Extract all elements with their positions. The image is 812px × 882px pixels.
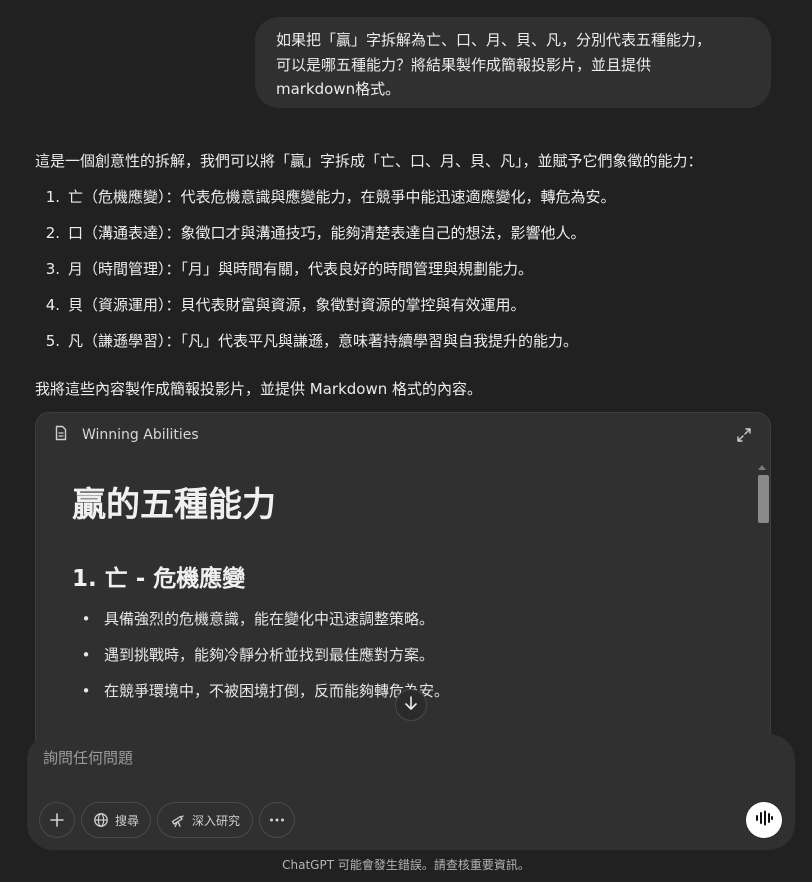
user-message-line: markdown格式。 xyxy=(276,80,401,98)
list-number: 1. xyxy=(45,188,60,206)
bullet-text: 遇到挑戰時，能夠冷靜分析並找到最佳應對方案。 xyxy=(104,646,435,664)
telescope-icon xyxy=(170,812,186,828)
document-icon xyxy=(54,425,68,445)
scroll-up-arrow-icon[interactable] xyxy=(758,465,766,470)
list-item: • 遇到挑戰時，能夠冷靜分析並找到最佳應對方案。 xyxy=(72,643,740,679)
arrow-down-icon xyxy=(404,695,418,715)
assistant-outro: 我將這些內容製作成簡報投影片，並提供 Markdown 格式的內容。 xyxy=(35,380,482,398)
expand-icon[interactable] xyxy=(736,427,752,443)
doc-heading-2: 1. 亡 - 危機應變 xyxy=(72,566,246,592)
canvas-title: Winning Abilities xyxy=(82,427,199,443)
deep-research-button[interactable]: 深入研究 xyxy=(157,802,253,838)
doc-heading-1: 贏的五種能力 xyxy=(72,485,276,525)
list-number: 4. xyxy=(45,296,60,314)
scrollbar-thumb[interactable] xyxy=(758,475,769,523)
list-item: 2. 口（溝通表達）：象徵口才與溝通技巧，能夠清楚表達自己的想法，影響他人。 xyxy=(35,221,795,257)
list-text: 貝（資源運用）：貝代表財富與資源，象徵對資源的掌控與有效運用。 xyxy=(68,296,526,314)
composer: 搜尋 深入研究 xyxy=(27,734,795,850)
prompt-input[interactable] xyxy=(43,746,683,770)
bullet-glyph: • xyxy=(81,610,91,628)
list-number: 3. xyxy=(45,260,60,278)
bullet-glyph: • xyxy=(81,682,91,700)
voice-icon xyxy=(755,810,773,830)
more-tools-button[interactable] xyxy=(259,802,295,838)
disclaimer-footer: ChatGPT 可能會發生錯誤。請查核重要資訊。 xyxy=(282,858,530,872)
list-text: 月（時間管理）：「月」與時間有關，代表良好的時間管理與規劃能力。 xyxy=(68,260,534,278)
list-item: 4. 貝（資源運用）：貝代表財富與資源，象徵對資源的掌控與有效運用。 xyxy=(35,293,795,329)
search-label: 搜尋 xyxy=(114,813,139,828)
canvas-document[interactable]: 贏的五種能力 1. 亡 - 危機應變 • 具備強烈的危機意識，能在變化中迅速調整策… xyxy=(72,475,740,715)
user-message-bubble: 如果把「贏」字拆解為亡、口、月、貝、凡，分別代表五種能力， 可以是哪五種能力？將… xyxy=(255,17,771,108)
list-text: 凡（謙遜學習）：「凡」代表平凡與謙遜，意味著持續學習與自我提升的能力。 xyxy=(68,332,579,350)
list-text: 亡（危機應變）：代表危機意識與應變能力，在競爭中能迅速適應變化，轉危為安。 xyxy=(68,188,616,206)
canvas-scrollbar[interactable] xyxy=(756,465,769,765)
globe-icon xyxy=(93,812,109,828)
scroll-to-bottom-button[interactable] xyxy=(395,689,427,721)
list-text: 口（溝通表達）：象徵口才與溝通技巧，能夠清楚表達自己的想法，影響他人。 xyxy=(68,224,586,242)
assistant-intro: 這是一個創意性的拆解，我們可以將「贏」字拆成「亡、口、月、貝、凡」，並賦予它們象… xyxy=(35,152,703,170)
user-message-line: 如果把「贏」字拆解為亡、口、月、貝、凡，分別代表五種能力， xyxy=(276,31,712,49)
bullet-glyph: • xyxy=(81,646,91,664)
canvas-header: Winning Abilities xyxy=(36,413,770,457)
list-item: 3. 月（時間管理）：「月」與時間有關，代表良好的時間管理與規劃能力。 xyxy=(35,257,795,293)
deep-research-label: 深入研究 xyxy=(191,813,240,828)
voice-mode-button[interactable] xyxy=(746,802,782,838)
ability-list: 1. 亡（危機應變）：代表危機意識與應變能力，在競爭中能迅速適應變化，轉危為安。 … xyxy=(35,185,795,365)
list-number: 2. xyxy=(45,224,60,242)
list-number: 5. xyxy=(45,332,60,350)
bullet-text: 具備強烈的危機意識，能在變化中迅速調整策略。 xyxy=(104,610,435,628)
search-button[interactable]: 搜尋 xyxy=(81,802,151,838)
plus-icon xyxy=(49,812,65,828)
add-attachment-button[interactable] xyxy=(39,802,75,838)
more-icon xyxy=(269,818,285,822)
list-item: 1. 亡（危機應變）：代表危機意識與應變能力，在競爭中能迅速適應變化，轉危為安。 xyxy=(35,185,795,221)
list-item: 5. 凡（謙遜學習）：「凡」代表平凡與謙遜，意味著持續學習與自我提升的能力。 xyxy=(35,329,795,365)
user-message-line: 可以是哪五種能力？將結果製作成簡報投影片，並且提供 xyxy=(276,55,652,74)
list-item: • 具備強烈的危機意識，能在變化中迅速調整策略。 xyxy=(72,607,740,643)
